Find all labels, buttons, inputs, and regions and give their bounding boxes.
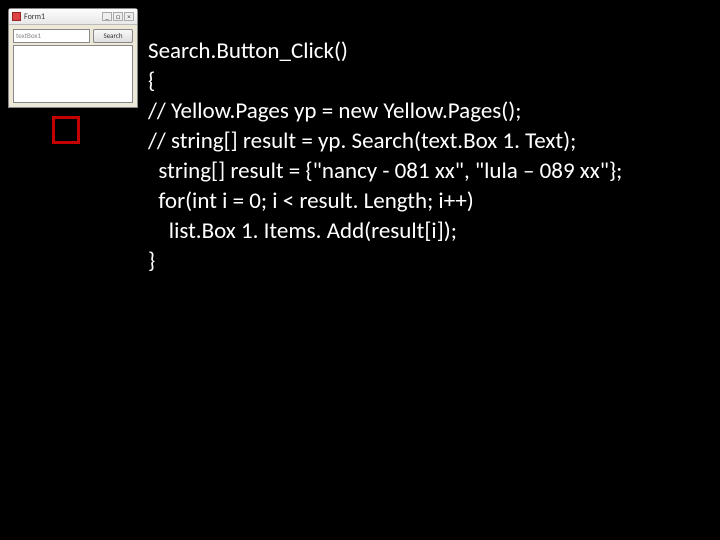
code-line: list.Box 1. Items. Add(result[i]); bbox=[148, 217, 457, 245]
maximize-button[interactable]: □ bbox=[113, 12, 123, 21]
minimize-button[interactable]: _ bbox=[102, 12, 112, 21]
app-icon bbox=[12, 12, 21, 21]
code-snippet: Search.Button_Click() { // Yellow.Pages … bbox=[148, 6, 622, 276]
window-title: Form1 bbox=[24, 12, 102, 22]
titlebar: Form1 _ □ × bbox=[9, 9, 137, 25]
code-line: { bbox=[148, 67, 155, 95]
code-line: // string[] result = yp. Search(text.Box… bbox=[148, 127, 576, 155]
highlight-box-icon bbox=[52, 116, 80, 144]
code-line: for(int i = 0; i < result. Length; i++) bbox=[148, 187, 474, 215]
form-window: Form1 _ □ × textBox1 Search bbox=[8, 8, 138, 108]
search-input[interactable]: textBox1 bbox=[13, 29, 90, 43]
search-button[interactable]: Search bbox=[93, 29, 133, 43]
code-line: } bbox=[148, 247, 155, 275]
results-listbox[interactable] bbox=[13, 45, 133, 103]
code-line: string[] result = {"nancy - 081 xx", "lu… bbox=[148, 157, 622, 185]
code-line: // Yellow.Pages yp = new Yellow.Pages(); bbox=[148, 97, 521, 125]
code-line: Search.Button_Click() bbox=[148, 37, 348, 65]
close-button[interactable]: × bbox=[124, 12, 134, 21]
client-area: textBox1 Search bbox=[9, 25, 137, 107]
